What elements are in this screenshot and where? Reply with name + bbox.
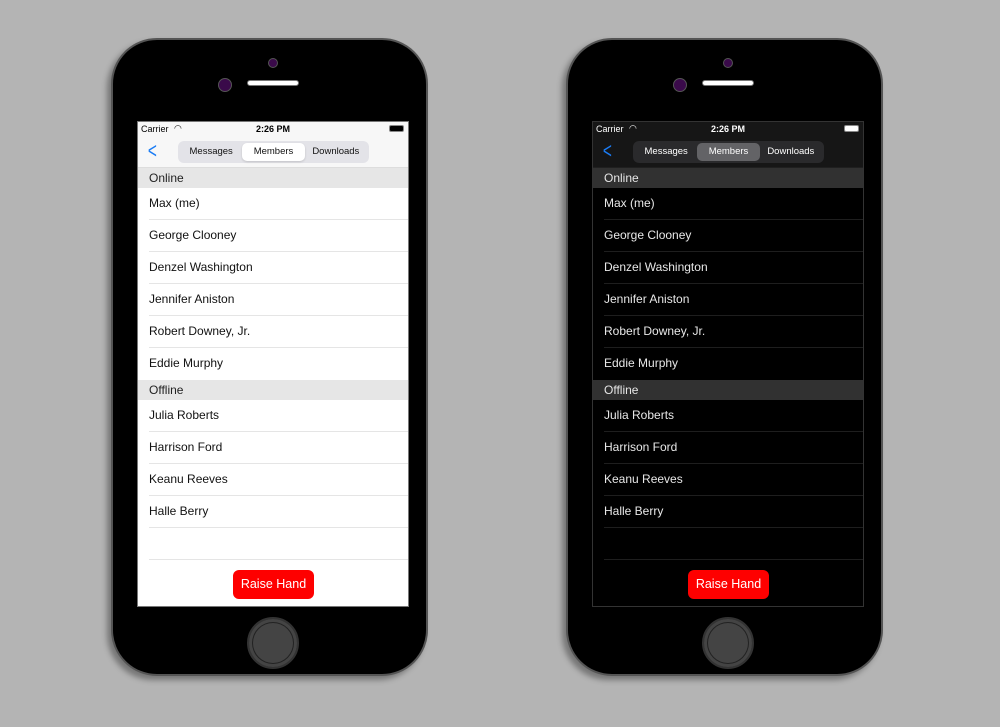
empty-row: [593, 528, 863, 560]
raise-hand-button[interactable]: Raise Hand: [233, 570, 314, 599]
home-button[interactable]: [702, 617, 754, 669]
home-button[interactable]: [247, 617, 299, 669]
stage: Carrier ◠ 2:26 PM < Messages Members Dow…: [0, 0, 1000, 727]
phone-dark-mode: Carrier ◠ 2:26 PM < Messages Members Dow…: [566, 38, 883, 676]
list-item[interactable]: George Clooney: [593, 220, 863, 252]
speaker-grille: [247, 80, 299, 86]
empty-row: [138, 528, 408, 560]
navigation-bar: < Messages Members Downloads: [138, 136, 408, 168]
list-item[interactable]: Harrison Ford: [138, 432, 408, 464]
battery-icon: [389, 125, 404, 132]
segmented-control: Messages Members Downloads: [633, 141, 824, 163]
proximity-sensor-icon: [723, 58, 733, 68]
section-header-offline: Offline: [138, 380, 408, 400]
list-item[interactable]: Denzel Washington: [138, 252, 408, 284]
list-item[interactable]: Keanu Reeves: [138, 464, 408, 496]
list-item[interactable]: Halle Berry: [593, 496, 863, 528]
clock: 2:26 PM: [255, 124, 290, 134]
status-bar: Carrier ◠ 2:26 PM: [138, 122, 408, 136]
list-item[interactable]: Julia Roberts: [138, 400, 408, 432]
list-item[interactable]: Eddie Murphy: [593, 348, 863, 380]
list-item[interactable]: Julia Roberts: [593, 400, 863, 432]
segment-members[interactable]: Members: [242, 143, 305, 161]
section-header-online: Online: [593, 168, 863, 188]
segment-messages[interactable]: Messages: [180, 143, 242, 161]
segment-downloads[interactable]: Downloads: [305, 143, 367, 161]
raise-hand-button[interactable]: Raise Hand: [688, 570, 769, 599]
clock: 2:26 PM: [710, 124, 745, 134]
list-item[interactable]: Harrison Ford: [593, 432, 863, 464]
list-item[interactable]: Robert Downey, Jr.: [593, 316, 863, 348]
list-item[interactable]: Eddie Murphy: [138, 348, 408, 380]
list-item[interactable]: Jennifer Aniston: [138, 284, 408, 316]
front-camera-icon: [673, 78, 687, 92]
section-header-online: Online: [138, 168, 408, 188]
segment-downloads[interactable]: Downloads: [760, 143, 822, 161]
screen: Carrier ◠ 2:26 PM < Messages Members Dow…: [592, 121, 864, 607]
screen: Carrier ◠ 2:26 PM < Messages Members Dow…: [137, 121, 409, 607]
segment-messages[interactable]: Messages: [635, 143, 697, 161]
proximity-sensor-icon: [268, 58, 278, 68]
list-item[interactable]: Robert Downey, Jr.: [138, 316, 408, 348]
segment-members[interactable]: Members: [697, 143, 760, 161]
navigation-bar: < Messages Members Downloads: [593, 136, 863, 168]
speaker-grille: [702, 80, 754, 86]
list-item[interactable]: Jennifer Aniston: [593, 284, 863, 316]
members-list: Online Max (me) George Clooney Denzel Wa…: [593, 168, 863, 560]
list-item[interactable]: Halle Berry: [138, 496, 408, 528]
list-item[interactable]: Max (me): [138, 188, 408, 220]
list-item[interactable]: George Clooney: [138, 220, 408, 252]
battery-icon: [844, 125, 859, 132]
list-item[interactable]: Denzel Washington: [593, 252, 863, 284]
list-item[interactable]: Max (me): [593, 188, 863, 220]
list-item[interactable]: Keanu Reeves: [593, 464, 863, 496]
status-bar: Carrier ◠ 2:26 PM: [593, 122, 863, 136]
members-list: Online Max (me) George Clooney Denzel Wa…: [138, 168, 408, 560]
chevron-left-icon[interactable]: <: [603, 139, 612, 163]
front-camera-icon: [218, 78, 232, 92]
segmented-control: Messages Members Downloads: [178, 141, 369, 163]
section-header-offline: Offline: [593, 380, 863, 400]
chevron-left-icon[interactable]: <: [148, 139, 157, 163]
phone-light-mode: Carrier ◠ 2:26 PM < Messages Members Dow…: [111, 38, 428, 676]
